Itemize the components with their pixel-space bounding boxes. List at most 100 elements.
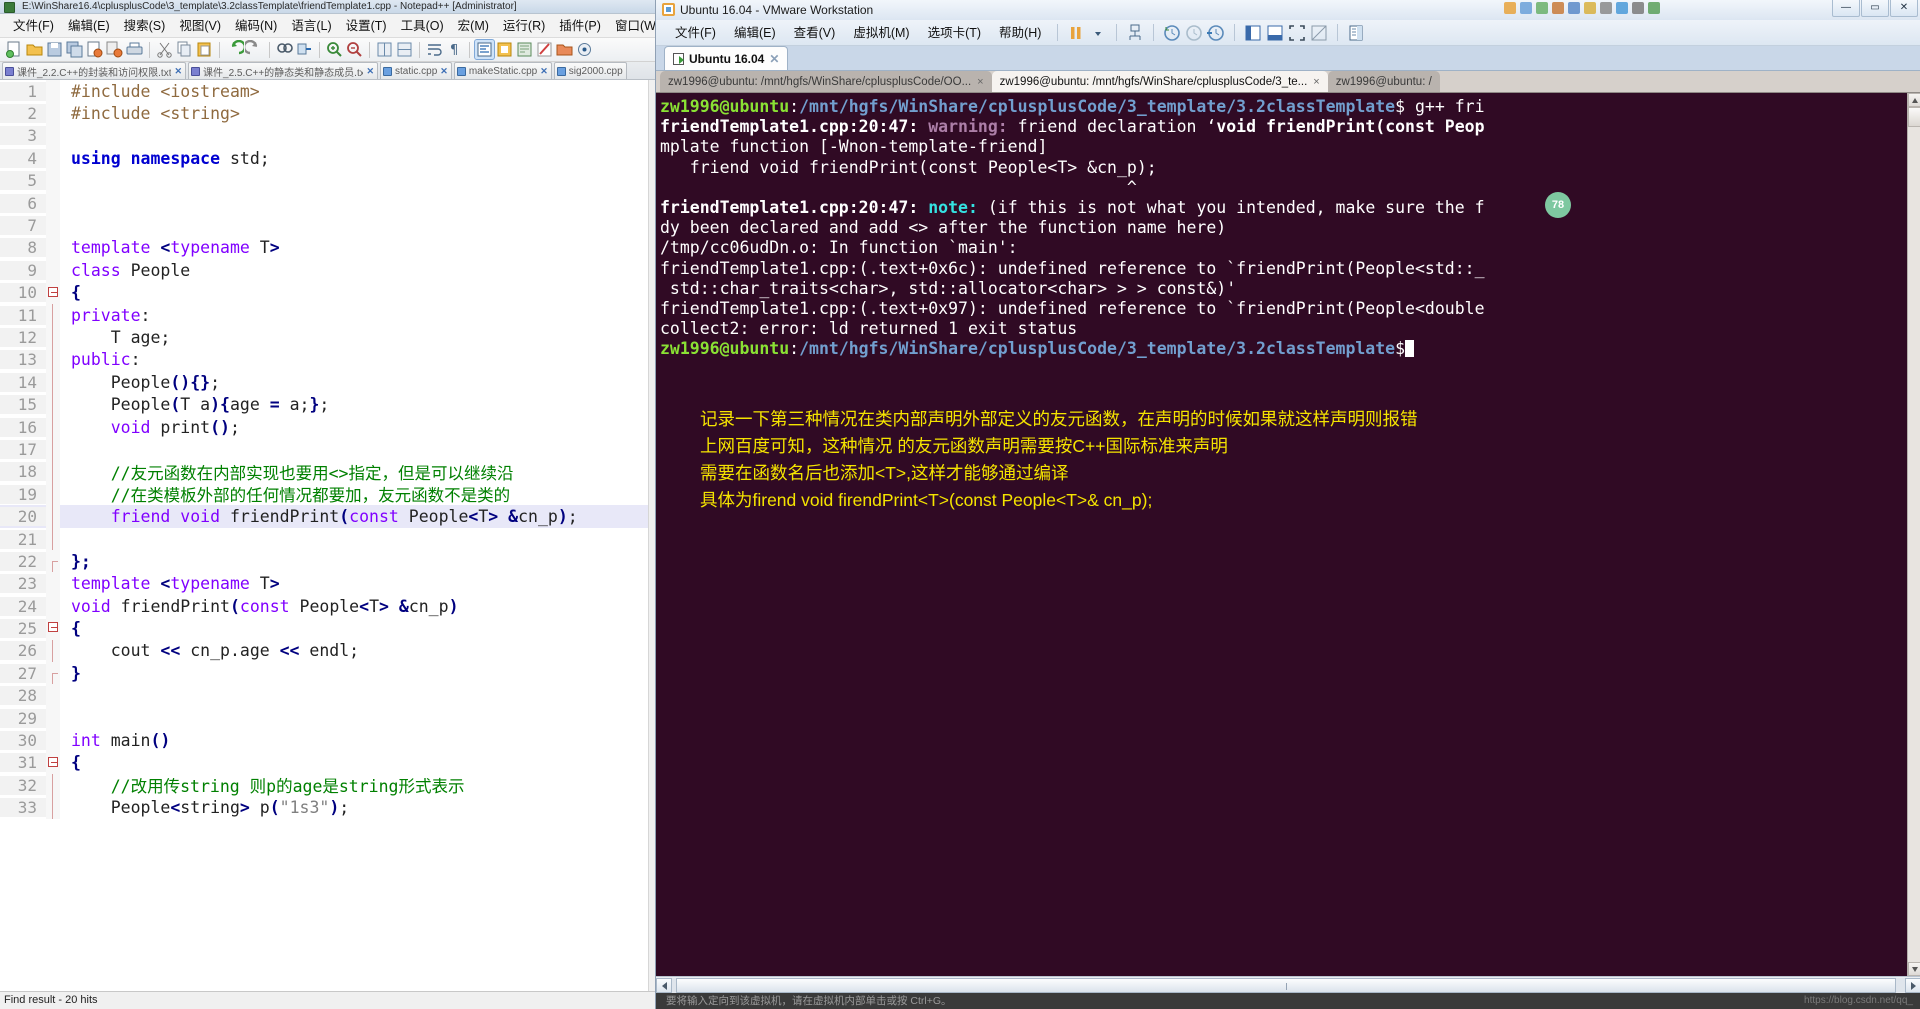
user-defined-dialog-icon[interactable] (495, 40, 514, 59)
code-line[interactable]: 25 { (0, 617, 660, 640)
full-screen-icon[interactable] (1286, 23, 1308, 43)
terminal-tab-2[interactable]: zw1996@ubuntu: / (1327, 71, 1440, 92)
code-line[interactable]: 1 #include <iostream> (0, 80, 660, 103)
scroll-up-button[interactable] (1908, 93, 1920, 107)
close-icon[interactable]: ✕ (769, 52, 779, 66)
zoom-in-icon[interactable] (325, 40, 344, 59)
show-console-view-icon[interactable] (1264, 23, 1286, 43)
code-line[interactable]: 28 (0, 684, 660, 707)
fold-margin[interactable] (46, 214, 60, 237)
fold-margin[interactable] (46, 415, 60, 439)
fold-margin[interactable] (46, 550, 60, 573)
pause-vm-icon[interactable] (1065, 23, 1087, 43)
npp-menu-language[interactable]: 语言(L) (284, 15, 338, 37)
hscroll-track[interactable] (672, 977, 1905, 993)
tray-icon-chat[interactable] (1504, 2, 1516, 14)
code-line[interactable]: 14 People(){}; (0, 371, 660, 394)
code-line[interactable]: 4 using namespace std; (0, 147, 660, 170)
code-line[interactable]: 8 template <typename T> (0, 236, 660, 260)
code-line[interactable]: 16 void print(); (0, 415, 660, 439)
fold-margin[interactable] (46, 438, 60, 461)
fold-margin[interactable] (46, 393, 60, 416)
paste-icon[interactable] (195, 40, 214, 59)
terminal-output[interactable]: zw1996@ubuntu:/mnt/hgfs/WinShare/cpluspl… (656, 93, 1907, 976)
code-line[interactable]: 6 (0, 191, 660, 215)
vmware-menu-file[interactable]: 文件(F) (666, 21, 725, 45)
open-file-icon[interactable] (25, 40, 44, 59)
npp-menu-macro[interactable]: 宏(M) (451, 15, 496, 37)
code-line[interactable]: 24 void friendPrint(const People<T> &cn_p… (0, 594, 660, 618)
code-line[interactable]: 31 { (0, 751, 660, 775)
cut-icon[interactable] (155, 40, 174, 59)
revert-snapshot-icon[interactable] (1183, 23, 1205, 43)
tray-icon-music[interactable] (1552, 2, 1564, 14)
sync-vertical-icon[interactable] (375, 40, 394, 59)
code-line[interactable]: 17 (0, 438, 660, 461)
fold-margin[interactable] (46, 124, 60, 148)
code-line[interactable]: 23 template <typename T> (0, 572, 660, 595)
fold-margin[interactable] (46, 169, 60, 192)
save-icon[interactable] (45, 40, 64, 59)
tray-icon-network[interactable] (1616, 2, 1628, 14)
copy-icon[interactable] (175, 40, 194, 59)
scroll-right-button[interactable] (1905, 977, 1920, 993)
fold-margin[interactable] (46, 706, 60, 730)
fold-collapse-icon[interactable] (48, 622, 58, 633)
fold-margin[interactable] (46, 80, 60, 103)
doc-tab-4[interactable]: sig2000.cpp (553, 62, 627, 79)
close-icon[interactable]: ✕ (540, 66, 548, 77)
show-symbol-icon[interactable]: ¶ (445, 40, 464, 59)
tray-icon-volume[interactable] (1632, 2, 1644, 14)
close-icon[interactable]: ✕ (174, 66, 182, 77)
code-line[interactable]: 26 cout << cn_p.age << endl; (0, 639, 660, 663)
hscrollbar-thumb[interactable] (676, 977, 1896, 993)
terminal-tab-0[interactable]: zw1996@ubuntu: /mnt/hgfs/WinShare/cplusp… (660, 71, 992, 92)
function-list-icon[interactable] (535, 40, 554, 59)
fold-margin[interactable] (46, 147, 60, 170)
close-icon[interactable]: ✕ (366, 66, 374, 77)
fold-margin[interactable] (46, 662, 60, 685)
folder-as-workspace-icon[interactable] (555, 40, 574, 59)
npp-menu-tools[interactable]: 工具(O) (394, 15, 451, 37)
sync-horizontal-icon[interactable] (395, 40, 414, 59)
fold-margin[interactable] (46, 684, 60, 707)
fold-margin[interactable] (46, 236, 60, 260)
tray-icon-shield[interactable] (1536, 2, 1548, 14)
code-line[interactable]: 11 private: (0, 303, 660, 327)
snapshot-manager-icon[interactable] (1205, 23, 1227, 43)
code-line[interactable]: 15 People(T a){age = a;}; (0, 393, 660, 416)
tray-icon-folder[interactable] (1584, 2, 1596, 14)
npp-code-editor[interactable]: 1 #include <iostream> 2 #include <string> 3 4… (0, 80, 660, 991)
npp-menu-settings[interactable]: 设置(T) (339, 15, 394, 37)
npp-menu-search[interactable]: 搜索(S) (117, 15, 173, 37)
take-snapshot-icon[interactable] (1161, 23, 1183, 43)
fold-margin[interactable] (46, 639, 60, 663)
document-map-icon[interactable] (515, 40, 534, 59)
code-line[interactable]: 18 //友元函数在内部实现也要用<>指定，但是可以继续沿 (0, 460, 660, 484)
code-line[interactable]: 33 People<string> p("1s3"); (0, 796, 660, 819)
indent-guide-icon[interactable] (474, 39, 495, 60)
terminal-vertical-scrollbar[interactable] (1907, 93, 1920, 976)
fold-margin[interactable] (46, 303, 60, 327)
doc-tab-0[interactable]: 课件_2.2.C++的封装和访问权限.txt ✕ (2, 62, 187, 79)
vmware-menu-help[interactable]: 帮助(H) (990, 21, 1050, 45)
vmware-menu-vm[interactable]: 虚拟机(M) (844, 21, 918, 45)
scrollbar-thumb[interactable] (1908, 107, 1920, 127)
undo-icon[interactable] (225, 40, 244, 59)
code-line[interactable]: 13 public: (0, 348, 660, 372)
fold-margin[interactable] (46, 191, 60, 215)
doc-tab-2[interactable]: static.cpp ✕ (380, 62, 452, 79)
fold-margin[interactable] (46, 572, 60, 595)
zoom-out-icon[interactable] (345, 40, 364, 59)
guest-screen[interactable]: zw1996@ubuntu: /mnt/hgfs/WinShare/cplusp… (656, 71, 1920, 976)
tray-icon-browser[interactable] (1568, 2, 1580, 14)
doc-tab-3[interactable]: makeStatic.cpp ✕ (453, 62, 552, 79)
code-line[interactable]: 19 //在类模板外部的任何情况都要加，友元函数不是类的 (0, 483, 660, 506)
code-line[interactable]: 5 (0, 169, 660, 192)
replace-icon[interactable] (295, 40, 314, 59)
vm-tab-ubuntu[interactable]: Ubuntu 16.04 ✕ (664, 46, 789, 70)
redo-icon[interactable] (245, 40, 264, 59)
npp-menu-window[interactable]: 窗口(W) (608, 15, 660, 37)
fold-margin[interactable] (46, 617, 60, 640)
npp-menu-file[interactable]: 文件(F) (6, 15, 61, 37)
